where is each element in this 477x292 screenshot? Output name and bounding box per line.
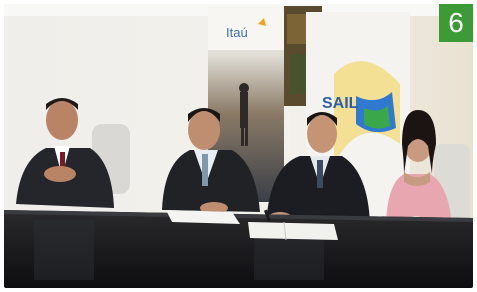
- banner-left-brand: Itaú: [226, 25, 248, 40]
- banner-right-brand: SAIL: [322, 95, 359, 112]
- conference-table: [4, 210, 473, 288]
- photo-scene: Itaú SAIL: [4, 4, 473, 288]
- photo-frame: Itaú SAIL 6: [0, 0, 477, 292]
- signing-ceremony-photo: Itaú SAIL: [4, 4, 473, 288]
- slide-number-badge: 6: [439, 4, 473, 42]
